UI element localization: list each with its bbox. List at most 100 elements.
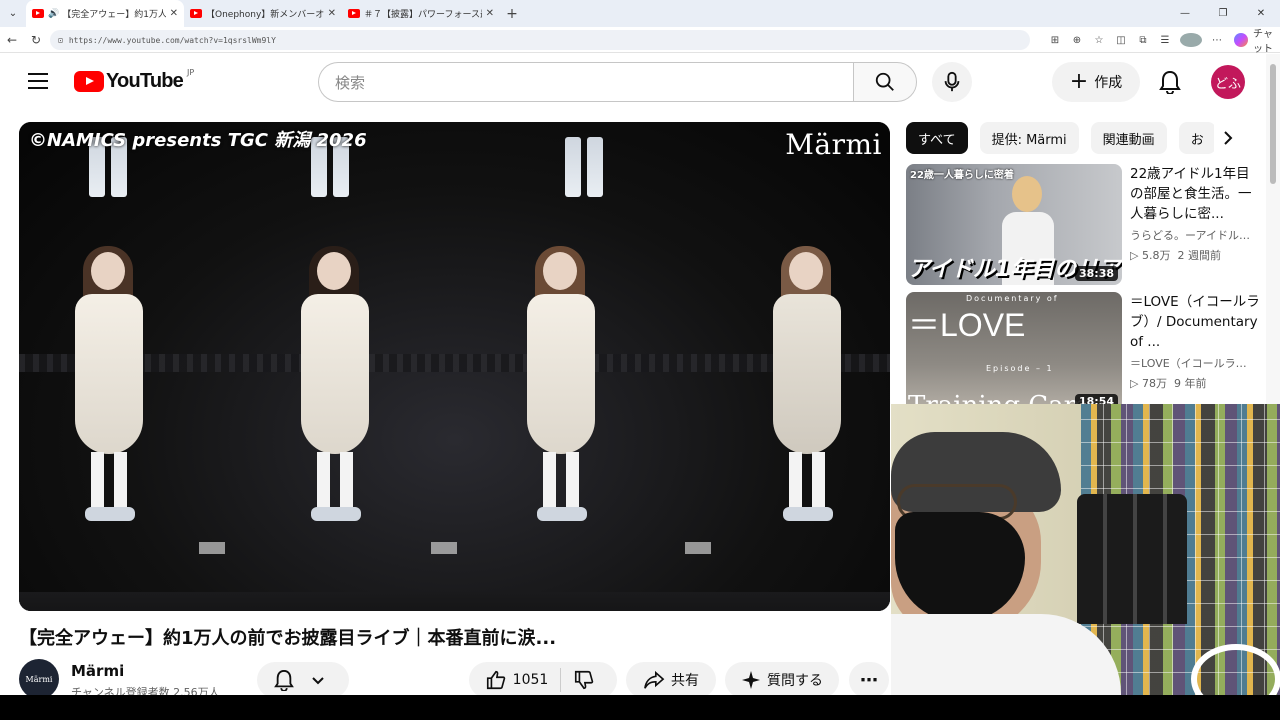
speaker-icon[interactable]: 🔊 <box>48 9 59 19</box>
video-title: 【完全アウェー】約1万人の前でお披露目ライブ｜本番直前に涙... <box>19 628 557 649</box>
recommendation-item[interactable]: Documentary of ＝LOVE Episode – 1 Trainin… <box>906 292 1261 414</box>
chip-provided-by[interactable]: 提供: Märmi <box>979 122 1079 154</box>
browser-tab-1[interactable]: 🔊 【完全アウェー】約1万人の前でお披露目 ✕ <box>26 0 184 27</box>
search-placeholder: 検索 <box>335 73 366 92</box>
split-screen-icon[interactable]: ◫ <box>1110 35 1132 46</box>
share-button[interactable]: 共有 <box>626 662 716 695</box>
search-input[interactable]: 検索 <box>318 62 854 102</box>
address-bar[interactable]: ⊡ https://www.youtube.com/watch?v=1qsrsl… <box>50 30 1030 50</box>
performer <box>513 246 609 522</box>
country-code: JP <box>186 68 195 77</box>
tab-close-icon[interactable]: ✕ <box>170 8 178 19</box>
ask-label: 質問する <box>767 673 823 689</box>
upload-age: 9 年前 <box>1173 377 1207 390</box>
like-count[interactable]: 1051 <box>513 672 549 688</box>
app-root: ⌄ 🔊 【完全アウェー】約1万人の前でお披露目 ✕ 【Onephony】新メンバ… <box>0 0 1280 720</box>
youtube-favicon-icon <box>348 9 360 18</box>
copilot-button[interactable]: チャット <box>1228 25 1280 55</box>
youtube-logo[interactable]: YouTube JP <box>74 68 195 93</box>
recommendation-thumbnail[interactable]: 22歳一人暮らしに密着 アイドル1年目のリア 38:38 <box>906 164 1122 285</box>
channel-row: Märmi Märmi チャンネル登録者数 2.56万人 1051 共有 質問す… <box>19 654 890 695</box>
recommendation-meta: ▷ 78万 9 年前 <box>1130 375 1260 391</box>
tab-close-icon[interactable]: ✕ <box>328 8 336 19</box>
tab-close-icon[interactable]: ✕ <box>486 8 494 19</box>
letterbox-bar <box>0 695 1280 720</box>
reload-icon[interactable]: ↻ <box>24 33 48 47</box>
chevron-down-icon <box>312 677 324 685</box>
dislike-icon[interactable] <box>573 669 595 691</box>
copilot-label: チャット <box>1253 29 1273 55</box>
window-close-icon[interactable]: ✕ <box>1242 0 1280 27</box>
favorite-star-icon[interactable]: ☆ <box>1088 35 1110 46</box>
voice-search-button[interactable] <box>932 62 972 102</box>
video-duration: 38:38 <box>1074 266 1118 281</box>
browser-tab-2[interactable]: 【Onephony】新メンバーオーディション応募 ✕ <box>184 0 342 27</box>
performer <box>287 246 383 522</box>
extensions-icon[interactable]: ⧉ <box>1132 35 1154 46</box>
zoom-icon[interactable]: ⊕ <box>1066 35 1088 46</box>
create-button[interactable]: + 作成 <box>1052 62 1140 102</box>
recommendation-thumbnail[interactable]: Documentary of ＝LOVE Episode – 1 Trainin… <box>906 292 1122 413</box>
chip-more[interactable]: お <box>1178 122 1216 154</box>
search-button[interactable] <box>853 62 917 102</box>
thumbnail-caption: Episode – 1 <box>986 364 1054 373</box>
browser-toolbar: ← ↻ ⊡ https://www.youtube.com/watch?v=1q… <box>0 25 1280 55</box>
profile-avatar[interactable] <box>1180 33 1202 47</box>
chip-related[interactable]: 関連動画 <box>1090 122 1167 154</box>
chips-next-button[interactable] <box>1214 124 1242 152</box>
subscription-bell-button[interactable] <box>257 662 349 695</box>
more-horizontal-icon: ⋯ <box>860 669 878 691</box>
browser-tab-3[interactable]: ＃７【披露】パワーフォース最終決戦！ ✕ <box>342 0 500 27</box>
recommendation-title[interactable]: ＝LOVE（イコールラブ）/ Documentary of ... <box>1130 292 1260 352</box>
youtube-play-icon <box>74 71 104 92</box>
app-install-icon[interactable]: ⊞ <box>1044 35 1066 46</box>
video-player[interactable]: ©NAMICS presents TGC 新潟 2026 Märmi <box>19 122 890 611</box>
ask-button[interactable]: 質問する <box>725 662 839 695</box>
channel-name[interactable]: Märmi <box>71 662 124 680</box>
notifications-button[interactable] <box>1156 68 1184 96</box>
views-icon: ▷ <box>1130 377 1142 390</box>
recommendation-item[interactable]: 22歳一人暮らしに密着 アイドル1年目のリア 38:38 22歳アイドル1年目の… <box>906 164 1261 286</box>
recommendation-channel[interactable]: ＝LOVE（イコールラ… <box>1130 355 1260 371</box>
microphone-icon <box>944 71 960 92</box>
url-text: https://www.youtube.com/watch?v=1qsrslWm… <box>68 35 276 45</box>
share-icon <box>644 670 665 689</box>
scrollbar-thumb[interactable] <box>1270 64 1276 184</box>
favorites-icon[interactable]: ☰ <box>1154 35 1176 46</box>
more-actions-button[interactable]: ⋯ <box>849 662 889 695</box>
chip-all[interactable]: すべて <box>906 122 968 154</box>
create-label: 作成 <box>1094 75 1123 91</box>
performer <box>759 246 855 522</box>
recommendation-channel[interactable]: うらどる。ーアイドル… <box>1130 227 1260 243</box>
search-icon <box>875 72 894 91</box>
thumbnail-caption: ＝LOVE <box>908 307 1026 343</box>
settings-more-icon[interactable]: ⋯ <box>1206 35 1228 46</box>
back-icon[interactable]: ← <box>0 33 24 47</box>
view-count: 5.8万 <box>1141 249 1171 262</box>
recommendation-title[interactable]: 22歳アイドル1年目の部屋と食生活。一人暮らしに密... <box>1130 164 1260 224</box>
like-icon[interactable] <box>485 669 507 691</box>
stage-floor <box>19 592 890 611</box>
chevron-right-icon <box>1224 131 1233 145</box>
minimize-icon[interactable]: — <box>1166 0 1204 27</box>
tab-title: 【Onephony】新メンバーオーディション応募 <box>206 10 324 20</box>
restore-icon[interactable]: ❐ <box>1204 0 1242 27</box>
site-info-icon[interactable]: ⊡ <box>58 36 63 45</box>
toolbar-actions: ⊞ ⊕ ☆ ◫ ⧉ ☰ ⋯ チャット <box>1044 25 1280 55</box>
tab-search-icon[interactable]: ⌄ <box>0 0 26 27</box>
youtube-favicon-icon <box>190 9 202 18</box>
sparkle-icon <box>742 671 760 689</box>
plus-icon: + <box>1069 69 1089 94</box>
filter-chips: すべて 提供: Märmi 関連動画 お <box>906 122 1246 154</box>
youtube-favicon-icon <box>32 9 44 18</box>
bell-icon <box>1159 70 1181 94</box>
view-count: 78万 <box>1141 377 1167 390</box>
new-tab-icon[interactable]: + <box>500 6 524 22</box>
views-icon: ▷ <box>1130 249 1142 262</box>
menu-icon[interactable] <box>28 73 48 89</box>
account-avatar[interactable]: どふ <box>1211 65 1245 99</box>
copilot-icon <box>1234 33 1248 47</box>
video-overlay-brand: Märmi <box>785 128 882 161</box>
youtube-header: YouTube JP 検索 + 作成 どふ <box>0 54 1266 110</box>
channel-avatar[interactable]: Märmi <box>19 659 59 695</box>
